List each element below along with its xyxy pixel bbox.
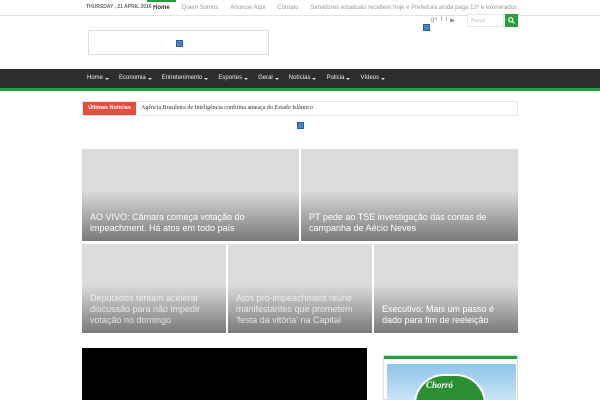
- google-plus-icon[interactable]: g+: [431, 17, 438, 24]
- top-link-contato[interactable]: Contato: [271, 5, 304, 11]
- search-icon: [508, 17, 515, 24]
- nav-item-esportes[interactable]: Esportes: [213, 69, 253, 88]
- nav-item-economia[interactable]: Economia: [114, 69, 157, 88]
- sidebar-widget[interactable]: Chorró: [383, 355, 518, 400]
- chevron-down-icon: [381, 77, 386, 80]
- breaking-news-bar: Últimas Notícias Agência Brasileira de I…: [82, 101, 518, 116]
- story-caption[interactable]: Executivo: Mais um passo é dado para fim…: [382, 304, 510, 326]
- featured-story-4[interactable]: Atos pró-impeachment reúne manifestantes…: [228, 244, 372, 333]
- chevron-down-icon: [147, 77, 152, 80]
- chevron-down-icon: [312, 77, 317, 80]
- social-icons: g+ f t ▶: [431, 17, 455, 24]
- broken-image-icon: [423, 24, 430, 31]
- featured-story-1[interactable]: AO VIVO: Câmara começa votação do impeac…: [82, 149, 299, 241]
- breaking-news-headline[interactable]: Agência Brasileira de Inteligência confi…: [141, 105, 313, 111]
- featured-story-3[interactable]: Deputados tentam acelerar discussão para…: [82, 244, 226, 333]
- top-link-headline[interactable]: Servidores estaduais recebem hoje e Pref…: [304, 5, 523, 11]
- header-ad-banner[interactable]: [88, 30, 269, 55]
- nav-item-entretenimento[interactable]: Entretenimento: [157, 69, 214, 88]
- nav-item-geral[interactable]: Geral: [253, 69, 284, 88]
- chevron-down-icon: [346, 77, 351, 80]
- story-caption[interactable]: PT pede ao TSE investigação das contas d…: [309, 212, 510, 234]
- chevron-down-icon: [274, 77, 279, 80]
- nav-item-noticias[interactable]: Notícias: [284, 69, 322, 88]
- breaking-news-label: Últimas Notícias: [83, 102, 136, 115]
- broken-image-icon: [176, 40, 183, 47]
- chevron-down-icon: [105, 77, 110, 80]
- featured-story-5[interactable]: Executivo: Mais um passo é dado para fim…: [374, 244, 518, 333]
- widget-accent-line: [384, 356, 517, 359]
- main-nav: Home Economia Entretenimento Esportes Ge…: [0, 69, 600, 91]
- current-date: Thursday , 21 April 2016: [86, 4, 152, 10]
- twitter-icon[interactable]: t: [446, 17, 448, 24]
- nav-item-videos[interactable]: Vídeos: [355, 69, 390, 88]
- chevron-down-icon: [204, 77, 209, 80]
- story-caption[interactable]: Deputados tentam acelerar discussão para…: [90, 293, 218, 326]
- search-button[interactable]: [505, 14, 518, 27]
- sponsor-logo-text: Chorró: [426, 380, 454, 390]
- story-caption[interactable]: Atos pró-impeachment reúne manifestantes…: [236, 293, 364, 326]
- broken-image-icon: [297, 122, 304, 129]
- page: Thursday , 21 April 2016 Home Quem Somos…: [0, 0, 600, 400]
- top-link-quem-somos[interactable]: Quem Somos: [176, 5, 225, 11]
- top-link-anuncie[interactable]: Anuncie Aqui: [224, 5, 271, 11]
- nav-item-policia[interactable]: Polícia: [321, 69, 355, 88]
- nav-item-home[interactable]: Home: [82, 69, 114, 88]
- video-player[interactable]: [82, 348, 367, 400]
- facebook-icon[interactable]: f: [441, 17, 443, 24]
- chevron-down-icon: [244, 77, 249, 80]
- search-input[interactable]: Busca: [467, 14, 504, 27]
- youtube-icon[interactable]: ▶: [450, 17, 455, 24]
- top-link-home[interactable]: Home: [147, 0, 176, 16]
- featured-story-2[interactable]: PT pede ao TSE investigação das contas d…: [301, 149, 518, 241]
- story-caption[interactable]: AO VIVO: Câmara começa votação do impeac…: [90, 212, 291, 234]
